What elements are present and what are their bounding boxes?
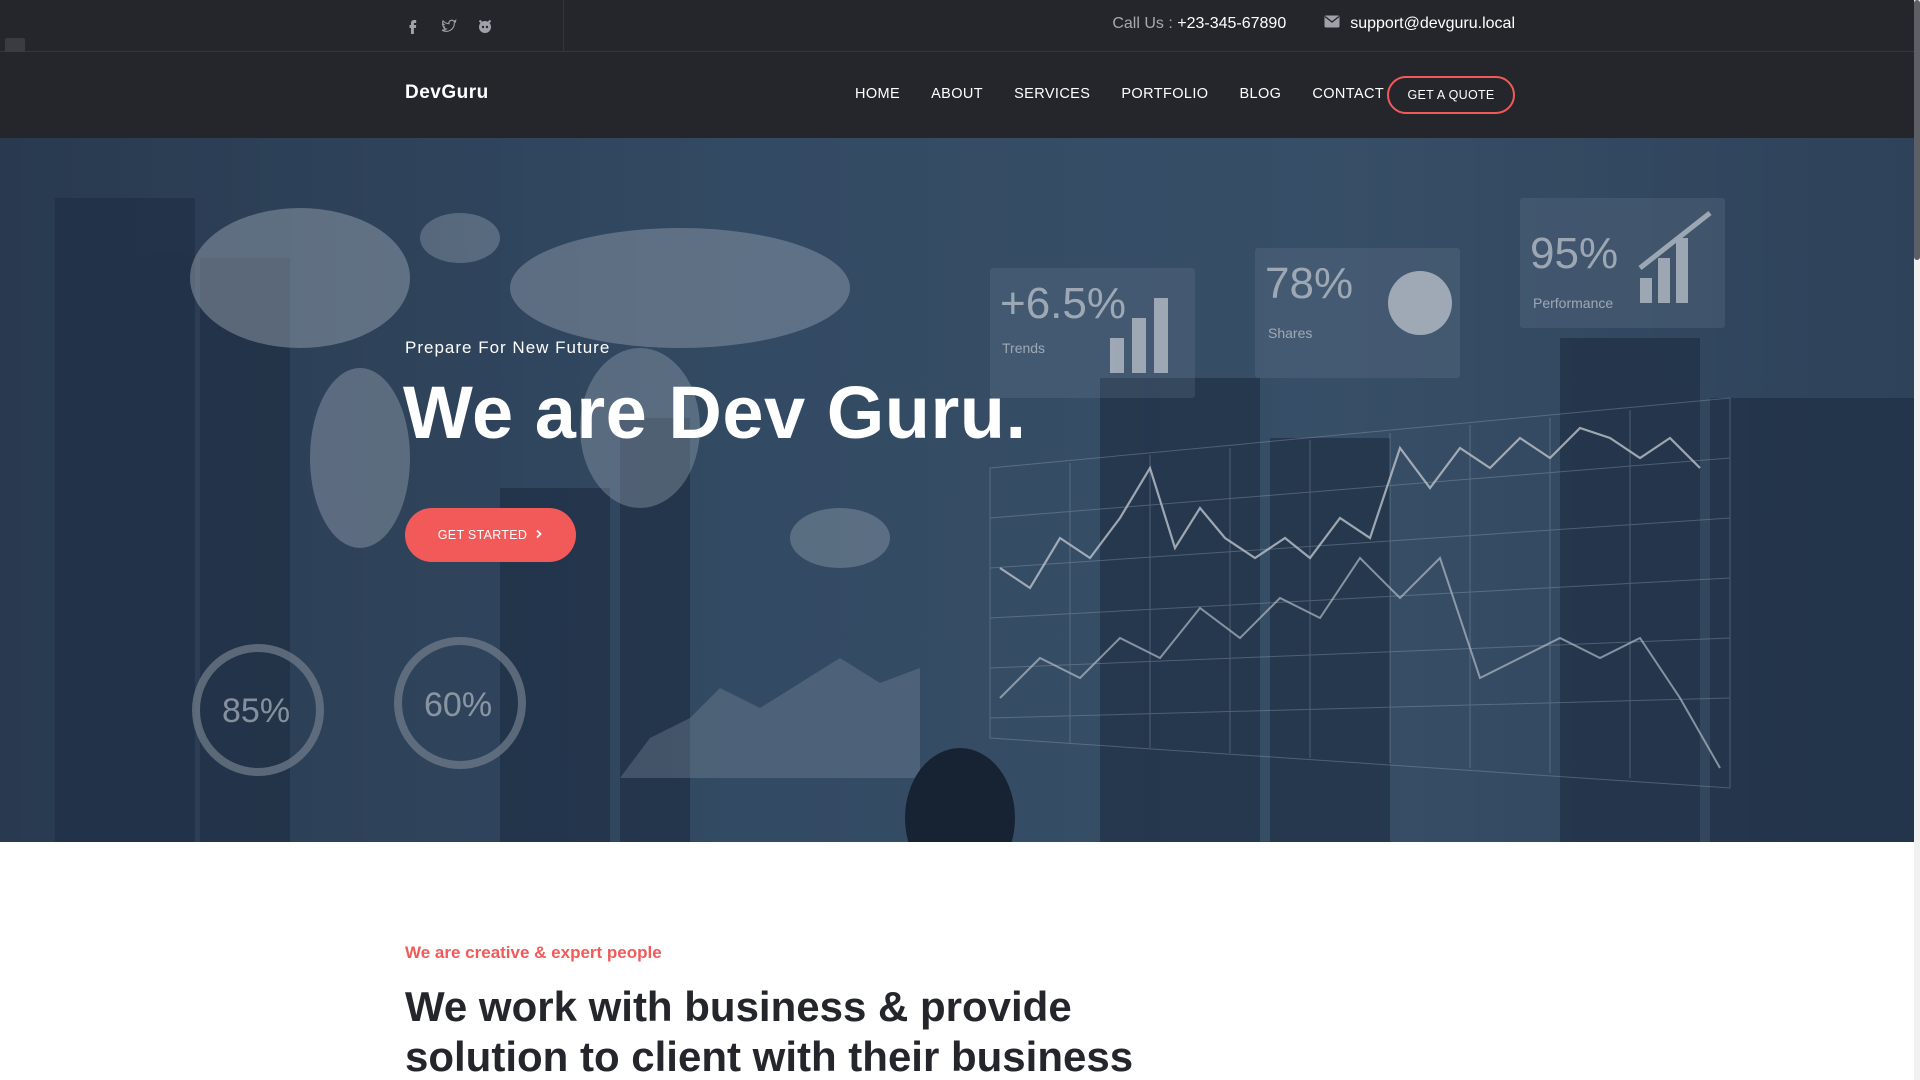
get-a-quote-button[interactable]: GET A QUOTE: [1387, 76, 1515, 114]
envelope-icon: [1324, 15, 1340, 33]
page-scrollbar[interactable]: [1914, 0, 1920, 1080]
nav-item-contact[interactable]: CONTACT: [1312, 86, 1384, 102]
call-label: Call Us :: [1112, 15, 1173, 32]
topbar-divider: [563, 0, 564, 52]
chevron-right-icon: [535, 528, 543, 542]
main-navbar: DevGuru HOME ABOUT SERVICES PORTFOLIO BL…: [0, 52, 1920, 138]
nav-item-about[interactable]: ABOUT: [931, 86, 983, 102]
about-heading: We work with business & provide solution…: [405, 983, 1134, 1080]
nav-item-home[interactable]: HOME: [855, 86, 900, 102]
email-info: support@devguru.local: [1324, 15, 1515, 33]
scrollbar-thumb[interactable]: [1914, 0, 1920, 260]
email-address[interactable]: support@devguru.local: [1350, 15, 1515, 33]
social-links: [405, 12, 493, 40]
hero-title: We are Dev Guru.: [403, 371, 1027, 454]
nav-item-portfolio[interactable]: PORTFOLIO: [1121, 86, 1208, 102]
phone-info: Call Us : +23-345-67890: [1112, 15, 1286, 33]
get-started-label: GET STARTED: [437, 528, 528, 542]
nav-item-blog[interactable]: BLOG: [1239, 86, 1281, 102]
main-menu: HOME ABOUT SERVICES PORTFOLIO BLOG CONTA…: [855, 86, 1384, 102]
phone-number[interactable]: +23-345-67890: [1177, 15, 1286, 32]
twitter-icon[interactable]: [441, 18, 457, 34]
hero-subtitle: Prepare For New Future: [405, 338, 611, 357]
hero-overlay: [0, 138, 1920, 842]
contact-info: Call Us : +23-345-67890 support@devguru.…: [1112, 0, 1515, 48]
get-started-button[interactable]: GET STARTED: [405, 508, 576, 562]
site-logo[interactable]: DevGuru: [405, 82, 489, 104]
hero-section: +6.5% Trends 78% Shares 95% Performance …: [0, 138, 1920, 842]
facebook-icon[interactable]: [405, 18, 421, 34]
github-icon[interactable]: [477, 18, 493, 34]
about-kicker: We are creative & expert people: [405, 943, 662, 962]
nav-item-services[interactable]: SERVICES: [1014, 86, 1090, 102]
top-bar: Call Us : +23-345-67890 support@devguru.…: [0, 0, 1920, 64]
